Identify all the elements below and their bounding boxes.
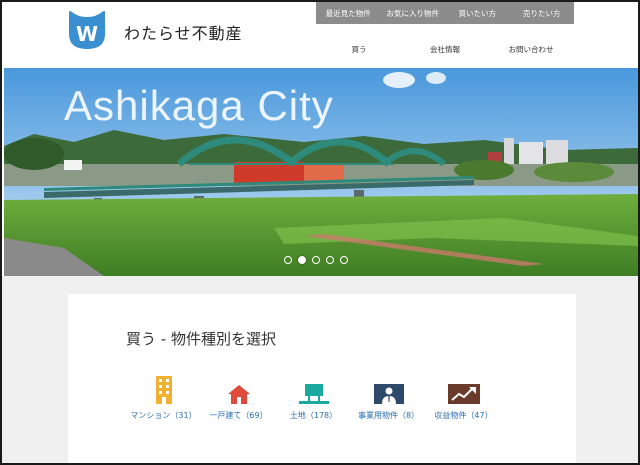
topbar-recent-link[interactable]: 最近見た物件 <box>316 2 381 24</box>
property-type-business[interactable]: 事業用物件（8） <box>351 374 426 421</box>
site-header: W わたらせ不動産 最近見た物件 お気に入り物件 買いたい方 売りたい方 買う … <box>2 2 638 68</box>
slider-dot[interactable] <box>326 256 334 264</box>
buy-panel: 買う - 物件種別を選択 マンション（31） 一戸建て（69） 土地（178） … <box>68 294 576 463</box>
slider-dots <box>284 256 348 264</box>
property-type-label: 収益物件（47） <box>434 411 493 420</box>
topbar-sellers-link[interactable]: 売りたい方 <box>510 2 575 24</box>
hero-title: Ashikaga City <box>64 82 334 129</box>
hero-slider[interactable]: Ashikaga City <box>4 68 638 276</box>
topbar-favorites-link[interactable]: お気に入り物件 <box>381 2 446 24</box>
section-title: 買う - 物件種別を選択 <box>126 330 276 348</box>
nav-buy[interactable]: 買う <box>316 38 402 60</box>
site-name[interactable]: わたらせ不動産 <box>124 20 243 44</box>
property-type-label: 一戸建て（69） <box>209 411 268 420</box>
property-type-label: マンション（31） <box>130 411 197 420</box>
business-person-icon <box>373 384 404 404</box>
property-type-label: 土地（178） <box>289 411 338 420</box>
main-nav: 買う 会社情報 お問い合わせ <box>316 38 574 60</box>
chart-up-icon <box>447 384 480 404</box>
property-type-land[interactable]: 土地（178） <box>276 374 351 421</box>
slider-dot[interactable] <box>340 256 348 264</box>
logo-letter: W <box>76 22 98 46</box>
building-icon <box>155 376 172 404</box>
slider-dot[interactable] <box>312 256 320 264</box>
slider-dot-active[interactable] <box>298 256 306 264</box>
house-icon <box>227 385 250 404</box>
slider-dot[interactable] <box>284 256 292 264</box>
land-sign-icon <box>298 384 329 404</box>
property-type-label: 事業用物件（8） <box>357 411 420 420</box>
property-type-list: マンション（31） 一戸建て（69） 土地（178） 事業用物件（8） 収益物件… <box>126 374 501 421</box>
property-type-house[interactable]: 一戸建て（69） <box>201 374 276 421</box>
logo-icon[interactable]: W <box>66 8 108 52</box>
topbar-buyers-link[interactable]: 買いたい方 <box>445 2 510 24</box>
property-type-income[interactable]: 収益物件（47） <box>426 374 501 421</box>
page-frame: W わたらせ不動産 最近見た物件 お気に入り物件 買いたい方 売りたい方 買う … <box>0 0 640 465</box>
nav-company[interactable]: 会社情報 <box>402 38 488 60</box>
utility-nav: 最近見た物件 お気に入り物件 買いたい方 売りたい方 <box>316 2 574 24</box>
property-type-mansion[interactable]: マンション（31） <box>126 374 201 421</box>
nav-contact[interactable]: お問い合わせ <box>488 38 574 60</box>
